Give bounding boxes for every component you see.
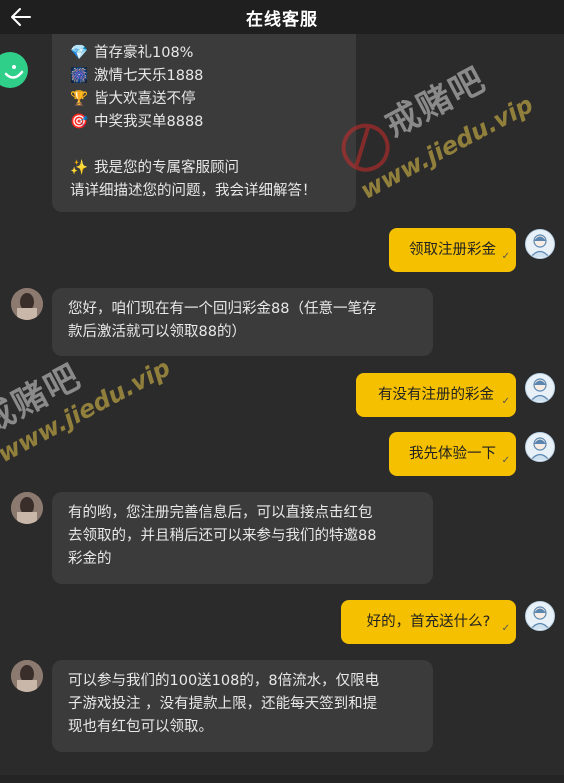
gem-icon: 💎 [70,45,89,61]
bottom-bar [0,775,564,783]
service-avatar [0,52,28,88]
user-avatar[interactable] [525,373,555,403]
user-avatar[interactable] [525,229,555,259]
read-check-icon: ✓ [501,455,510,466]
user-avatar[interactable] [525,432,555,462]
target-icon: 🎯 [70,114,89,130]
user-message: 我先体验一下 ✓ [389,432,516,476]
user-message: 领取注册彩金 ✓ [389,228,516,272]
promo-line: 🎯 中奖我买单8888 [70,111,338,134]
agent-message: 有的哟，您注册完善信息后，可以直接点击红包 去领取的，并且稍后还可以来参与我们的… [52,492,433,584]
page-title: 在线客服 [246,9,318,30]
promo-line: 🎆 激情七天乐1888 [70,65,338,88]
read-check-icon: ✓ [501,251,510,262]
user-message: 好的，首充送什么? ✓ [341,600,516,644]
prompt-line: 请详细描述您的问题，我会详细解答！ [70,183,317,199]
promo-line: 🏆 皆大欢喜送不停 [70,88,338,111]
sparkles-icon: ✨ [70,160,89,176]
smiley-icon [4,65,24,79]
agent-message: 您好，咱们现在有一个回归彩金88（任意一笔存 款后激活就可以领取88的） [52,288,433,356]
intro-message: 💎 首存豪礼108% 🎆 激情七天乐1888 🏆 皆大欢喜送不停 🎯 中奖我买单8888… [52,34,356,212]
agent-avatar[interactable] [11,288,43,320]
user-message: 有没有注册的彩金 ✓ [356,373,516,417]
advisor-line: ✨ 我是您的专属客服顾问 [70,157,338,180]
agent-message: 可以参与我们的100送108的，8倍流水，仅限电 子游戏投注 ，没有提款上限，还… [52,660,433,752]
read-check-icon: ✓ [501,623,510,634]
promo-line: 💎 首存豪礼108% [70,42,338,65]
arrow-left-icon [11,8,31,26]
top-bar: 在线客服 [0,0,564,34]
agent-avatar[interactable] [11,492,43,524]
fireworks-icon: 🎆 [70,68,89,84]
read-check-icon: ✓ [501,396,510,407]
back-button[interactable] [6,2,36,32]
watermark: 戒赌吧 www.jiedu.vip [328,38,537,204]
agent-avatar[interactable] [11,660,43,692]
user-avatar[interactable] [525,601,555,631]
trophy-icon: 🏆 [70,91,89,107]
